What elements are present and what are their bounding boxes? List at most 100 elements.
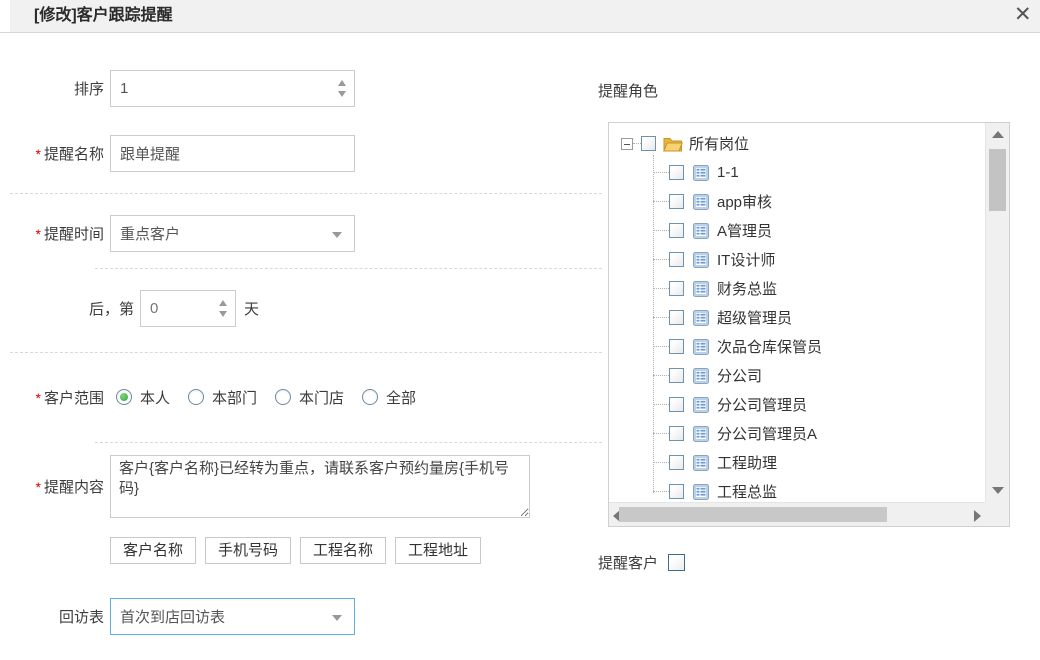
tree-item-checkbox[interactable] bbox=[669, 455, 684, 470]
content-label: *提醒内容 bbox=[0, 476, 110, 497]
tree-item-分公司[interactable]: 分公司 bbox=[609, 361, 985, 390]
tree-item-label: 分公司管理员 bbox=[717, 394, 807, 415]
tree-item-checkbox[interactable] bbox=[669, 165, 684, 180]
scope-radio-本部门[interactable]: 本部门 bbox=[188, 387, 257, 408]
visit-form-value: 首次到店回访表 bbox=[120, 606, 328, 627]
tree-root-item[interactable]: 所有岗位 bbox=[609, 129, 985, 158]
tree-items: 1-1app审核 A管理员 IT设计师财务总监超级管理员次品仓库保管员分公司分公司管… bbox=[609, 158, 985, 502]
remind-customer-label: 提醒客户 bbox=[598, 552, 658, 573]
tree-item-label: A管理员 bbox=[717, 220, 772, 241]
after-days-input[interactable]: 0 bbox=[140, 290, 236, 327]
role-icon bbox=[691, 310, 711, 326]
tree-item-IT设计师[interactable]: IT设计师 bbox=[609, 245, 985, 274]
tree-item-工程助理[interactable]: 工程助理 bbox=[609, 448, 985, 477]
tree-item-checkbox[interactable] bbox=[669, 397, 684, 412]
radio-icon[interactable] bbox=[275, 389, 291, 405]
chevron-down-icon[interactable] bbox=[332, 232, 342, 238]
tree-item-checkbox[interactable] bbox=[669, 281, 684, 296]
tree-stub bbox=[653, 230, 669, 231]
tree-stub bbox=[653, 404, 669, 405]
scope-radio-本人[interactable]: 本人 bbox=[116, 387, 170, 408]
horizontal-scrollbar[interactable] bbox=[609, 502, 985, 526]
spin-down-icon[interactable] bbox=[219, 311, 227, 317]
tree-item-checkbox[interactable] bbox=[669, 339, 684, 354]
scroll-down-icon[interactable] bbox=[992, 487, 1004, 494]
insert-buttons-row: 客户名称手机号码工程名称工程地址 bbox=[110, 537, 481, 564]
remind-customer-row: 提醒客户 bbox=[598, 552, 685, 573]
tree-item-checkbox[interactable] bbox=[669, 310, 684, 325]
after-days-prefix: 后，第 bbox=[0, 298, 140, 319]
remind-customer-checkbox[interactable] bbox=[668, 554, 685, 571]
name-input[interactable]: 跟单提醒 bbox=[110, 135, 355, 172]
section-divider bbox=[10, 352, 602, 353]
content-row: *提醒内容 客户{客户名称}已经转为重点，请联系客户预约量房{手机号码} bbox=[0, 455, 530, 518]
scroll-up-icon[interactable] bbox=[992, 131, 1004, 138]
insert-field-button-客户名称[interactable]: 客户名称 bbox=[110, 537, 196, 564]
role-icon bbox=[691, 339, 711, 355]
insert-field-button-手机号码[interactable]: 手机号码 bbox=[205, 537, 291, 564]
collapse-icon[interactable] bbox=[621, 138, 633, 150]
header-divider bbox=[0, 32, 1040, 33]
edit-reminder-dialog: [修改]客户跟踪提醒 ✕ 排序 1 *提醒名称 跟单提醒 *提醒时间 重点客户 bbox=[0, 0, 1040, 660]
tree-item-分公司管理员[interactable]: 分公司管理员 bbox=[609, 390, 985, 419]
chevron-down-icon[interactable] bbox=[332, 615, 342, 621]
tree-root-label: 所有岗位 bbox=[689, 133, 749, 154]
folder-icon bbox=[663, 136, 683, 152]
time-value: 重点客户 bbox=[120, 223, 328, 244]
tree-item-label: 分公司 bbox=[717, 365, 762, 386]
close-icon[interactable]: ✕ bbox=[1014, 0, 1040, 32]
radio-icon[interactable] bbox=[362, 389, 378, 405]
required-asterisk: * bbox=[36, 390, 41, 406]
sort-spinner[interactable] bbox=[338, 71, 346, 106]
name-row: *提醒名称 跟单提醒 bbox=[0, 135, 355, 172]
tree-item-1-1[interactable]: 1-1 bbox=[609, 158, 985, 187]
tree-item-次品仓库保管员[interactable]: 次品仓库保管员 bbox=[609, 332, 985, 361]
tree-item-分公司管理员A[interactable]: 分公司管理员A bbox=[609, 419, 985, 448]
horizontal-scroll-thumb[interactable] bbox=[619, 507, 887, 522]
spin-up-icon[interactable] bbox=[219, 300, 227, 306]
time-select[interactable]: 重点客户 bbox=[110, 215, 355, 252]
scroll-right-icon[interactable] bbox=[974, 510, 981, 522]
tree-item-checkbox[interactable] bbox=[669, 368, 684, 383]
insert-field-button-工程地址[interactable]: 工程地址 bbox=[395, 537, 481, 564]
tree-item-checkbox[interactable] bbox=[669, 252, 684, 267]
scope-radio-label: 本部门 bbox=[212, 387, 257, 408]
sort-input[interactable]: 1 bbox=[110, 70, 355, 107]
tree-item-checkbox[interactable] bbox=[669, 223, 684, 238]
radio-selected-icon[interactable] bbox=[116, 389, 132, 405]
radio-icon[interactable] bbox=[188, 389, 204, 405]
content-textarea[interactable]: 客户{客户名称}已经转为重点，请联系客户预约量房{手机号码} bbox=[110, 455, 530, 518]
tree-item-checkbox[interactable] bbox=[669, 484, 684, 499]
after-days-spinner[interactable] bbox=[219, 291, 227, 326]
tree-stub bbox=[653, 259, 669, 260]
visit-form-select[interactable]: 首次到店回访表 bbox=[110, 598, 355, 635]
role-icon bbox=[691, 368, 711, 384]
vertical-scrollbar[interactable] bbox=[985, 123, 1009, 502]
sort-value: 1 bbox=[120, 80, 328, 97]
tree-item-checkbox[interactable] bbox=[669, 194, 684, 209]
scope-radio-group: 本人 本部门本门店全部 bbox=[116, 387, 416, 408]
dialog-header: [修改]客户跟踪提醒 ✕ bbox=[10, 0, 1040, 32]
tree-item-超级管理员[interactable]: 超级管理员 bbox=[609, 303, 985, 332]
tree-item-checkbox[interactable] bbox=[669, 426, 684, 441]
tree-stub bbox=[653, 491, 669, 492]
tree-item-app审核[interactable]: app审核 bbox=[609, 187, 985, 216]
roles-tree-content: 所有岗位 1-1app审核A管理员IT设计师财务总监超级管理员次品仓库保管员分公… bbox=[609, 123, 985, 502]
name-value: 跟单提醒 bbox=[120, 143, 345, 164]
vertical-scroll-thumb[interactable] bbox=[989, 149, 1006, 211]
roles-tree: 所有岗位 1-1app审核A管理员IT设计师财务总监超级管理员次品仓库保管员分公… bbox=[608, 122, 1010, 527]
role-icon bbox=[691, 223, 711, 239]
insert-field-button-工程名称[interactable]: 工程名称 bbox=[300, 537, 386, 564]
spin-up-icon[interactable] bbox=[338, 80, 346, 86]
tree-item-财务总监[interactable]: 财务总监 bbox=[609, 274, 985, 303]
scope-radio-全部[interactable]: 全部 bbox=[362, 387, 416, 408]
scope-label: *客户范围 bbox=[0, 387, 110, 408]
tree-root-checkbox[interactable] bbox=[641, 136, 656, 151]
tree-item-label: 工程助理 bbox=[717, 452, 777, 473]
scope-radio-本门店[interactable]: 本门店 bbox=[275, 387, 344, 408]
tree-stub bbox=[653, 346, 669, 347]
visit-form-label: 回访表 bbox=[0, 606, 110, 627]
tree-item-工程总监[interactable]: 工程总监 bbox=[609, 477, 985, 502]
spin-down-icon[interactable] bbox=[338, 91, 346, 97]
tree-item-A管理员[interactable]: A管理员 bbox=[609, 216, 985, 245]
